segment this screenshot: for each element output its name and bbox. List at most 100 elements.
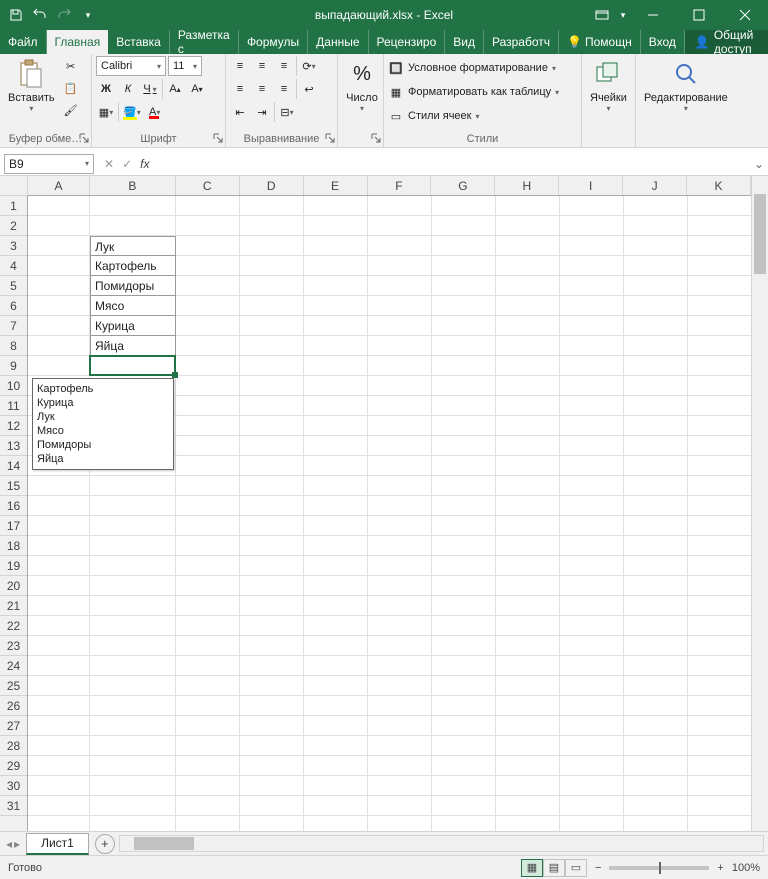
conditional-formatting-button[interactable]: 🔲Условное форматирование▾ [388, 58, 559, 78]
zoom-in-button[interactable]: + [717, 862, 723, 874]
row-header[interactable]: 31 [0, 796, 27, 816]
page-layout-view-icon[interactable]: ▤ [543, 859, 565, 877]
tab-file[interactable]: Файл [0, 30, 47, 54]
orientation-icon[interactable]: ⟳▾ [299, 56, 319, 76]
cell[interactable]: Картофель [90, 256, 176, 276]
row-header[interactable]: 25 [0, 676, 27, 696]
tab-formulas[interactable]: Формулы [239, 30, 308, 54]
row-header[interactable]: 1 [0, 196, 27, 216]
row-header[interactable]: 22 [0, 616, 27, 636]
cell[interactable]: Яйца [90, 336, 176, 356]
tab-developer[interactable]: Разработч [484, 30, 559, 54]
row-header[interactable]: 28 [0, 736, 27, 756]
selected-cell[interactable] [89, 355, 176, 376]
row-header[interactable]: 23 [0, 636, 27, 656]
qat-customize-icon[interactable]: ▾ [76, 3, 100, 27]
normal-view-icon[interactable]: ▦ [521, 859, 543, 877]
row-header[interactable]: 5 [0, 276, 27, 296]
cell[interactable]: Курица [90, 316, 176, 336]
font-name-combo[interactable]: Calibri▾ [96, 56, 166, 76]
row-header[interactable]: 8 [0, 336, 27, 356]
row-header[interactable]: 7 [0, 316, 27, 336]
font-size-combo[interactable]: 11▾ [168, 56, 202, 76]
save-icon[interactable] [4, 3, 28, 27]
dialog-launcher-icon[interactable] [325, 133, 335, 143]
close-button[interactable] [722, 0, 768, 30]
cell[interactable]: Помидоры [90, 276, 176, 296]
column-header[interactable]: I [559, 176, 623, 195]
format-as-table-button[interactable]: ▦Форматировать как таблицу▾ [388, 82, 559, 102]
tab-insert[interactable]: Вставка [108, 30, 170, 54]
row-header[interactable]: 20 [0, 576, 27, 596]
cancel-formula-icon[interactable]: ✕ [104, 157, 114, 171]
ribbon-display-icon[interactable] [588, 0, 616, 30]
cell-styles-button[interactable]: ▭Стили ячеек▾ [388, 106, 559, 126]
horizontal-scrollbar[interactable] [119, 835, 764, 852]
maximize-button[interactable] [676, 0, 722, 30]
tell-me[interactable]: 💡Помощн [559, 30, 641, 54]
row-header[interactable]: 15 [0, 476, 27, 496]
row-header[interactable]: 13 [0, 436, 27, 456]
cells-button[interactable]: Ячейки ▾ [586, 56, 631, 131]
column-header[interactable]: C [176, 176, 240, 195]
tab-view[interactable]: Вид [445, 30, 484, 54]
paste-button[interactable]: Вставить ▾ [4, 56, 59, 131]
align-left-icon[interactable]: ≡ [230, 79, 250, 99]
tab-layout[interactable]: Разметка с [170, 30, 239, 54]
number-format-button[interactable]: % Число ▾ [342, 56, 382, 131]
share-button[interactable]: 👤Общий доступ [685, 30, 768, 54]
dialog-launcher-icon[interactable] [79, 133, 89, 143]
row-header[interactable]: 3 [0, 236, 27, 256]
editing-button[interactable]: Редактирование ▾ [640, 56, 732, 131]
row-header[interactable]: 9 [0, 356, 27, 376]
zoom-slider[interactable] [609, 866, 709, 870]
minimize-button[interactable] [630, 0, 676, 30]
align-center-icon[interactable]: ≡ [252, 79, 272, 99]
format-painter-icon[interactable]: 🖌 [61, 100, 81, 120]
select-all-corner[interactable] [0, 176, 28, 196]
row-header[interactable]: 10 [0, 376, 27, 396]
row-header[interactable]: 19 [0, 556, 27, 576]
dropdown-option[interactable]: Лук [37, 410, 169, 424]
fx-icon[interactable]: fx [140, 157, 149, 171]
prev-sheet-icon[interactable]: ◂ [6, 837, 12, 851]
row-header[interactable]: 21 [0, 596, 27, 616]
tab-home[interactable]: Главная [47, 30, 109, 54]
zoom-out-button[interactable]: − [595, 862, 601, 874]
redo-icon[interactable] [52, 3, 76, 27]
row-header[interactable]: 18 [0, 536, 27, 556]
dialog-launcher-icon[interactable] [213, 133, 223, 143]
row-header[interactable]: 24 [0, 656, 27, 676]
page-break-view-icon[interactable]: ▭ [565, 859, 587, 877]
copy-icon[interactable]: 📋 [61, 78, 81, 98]
dropdown-option[interactable]: Мясо [37, 424, 169, 438]
cut-icon[interactable]: ✂ [61, 56, 81, 76]
dialog-launcher-icon[interactable] [371, 133, 381, 143]
formula-input[interactable] [155, 154, 750, 174]
undo-icon[interactable] [28, 3, 52, 27]
align-right-icon[interactable]: ≡ [274, 79, 294, 99]
column-header[interactable]: A [28, 176, 90, 195]
cells-area[interactable]: ЛукКартофельПомидорыМясоКурицаЯйцаКартоф… [28, 196, 751, 831]
row-header[interactable]: 2 [0, 216, 27, 236]
row-header[interactable]: 29 [0, 756, 27, 776]
data-validation-dropdown[interactable]: КартофельКурицаЛукМясоПомидорыЯйца [32, 378, 174, 470]
dropdown-option[interactable]: Курица [37, 396, 169, 410]
fill-color-icon[interactable]: 🪣▾ [121, 102, 143, 122]
row-header[interactable]: 26 [0, 696, 27, 716]
column-header[interactable]: E [304, 176, 368, 195]
align-bottom-icon[interactable]: ≡ [274, 56, 294, 76]
tab-review[interactable]: Рецензиро [369, 30, 446, 54]
row-header[interactable]: 14 [0, 456, 27, 476]
align-middle-icon[interactable]: ≡ [252, 56, 272, 76]
tab-data[interactable]: Данные [308, 30, 368, 54]
row-header[interactable]: 16 [0, 496, 27, 516]
bold-button[interactable]: Ж [96, 79, 116, 99]
shrink-font-icon[interactable]: A▾ [187, 79, 207, 99]
vertical-scrollbar[interactable] [751, 176, 768, 831]
cell[interactable]: Лук [90, 236, 176, 256]
wrap-text-icon[interactable]: ↩ [299, 79, 319, 99]
column-header[interactable]: F [368, 176, 432, 195]
sheet-tab-active[interactable]: Лист1 [26, 833, 89, 855]
sign-in[interactable]: Вход [641, 30, 685, 54]
